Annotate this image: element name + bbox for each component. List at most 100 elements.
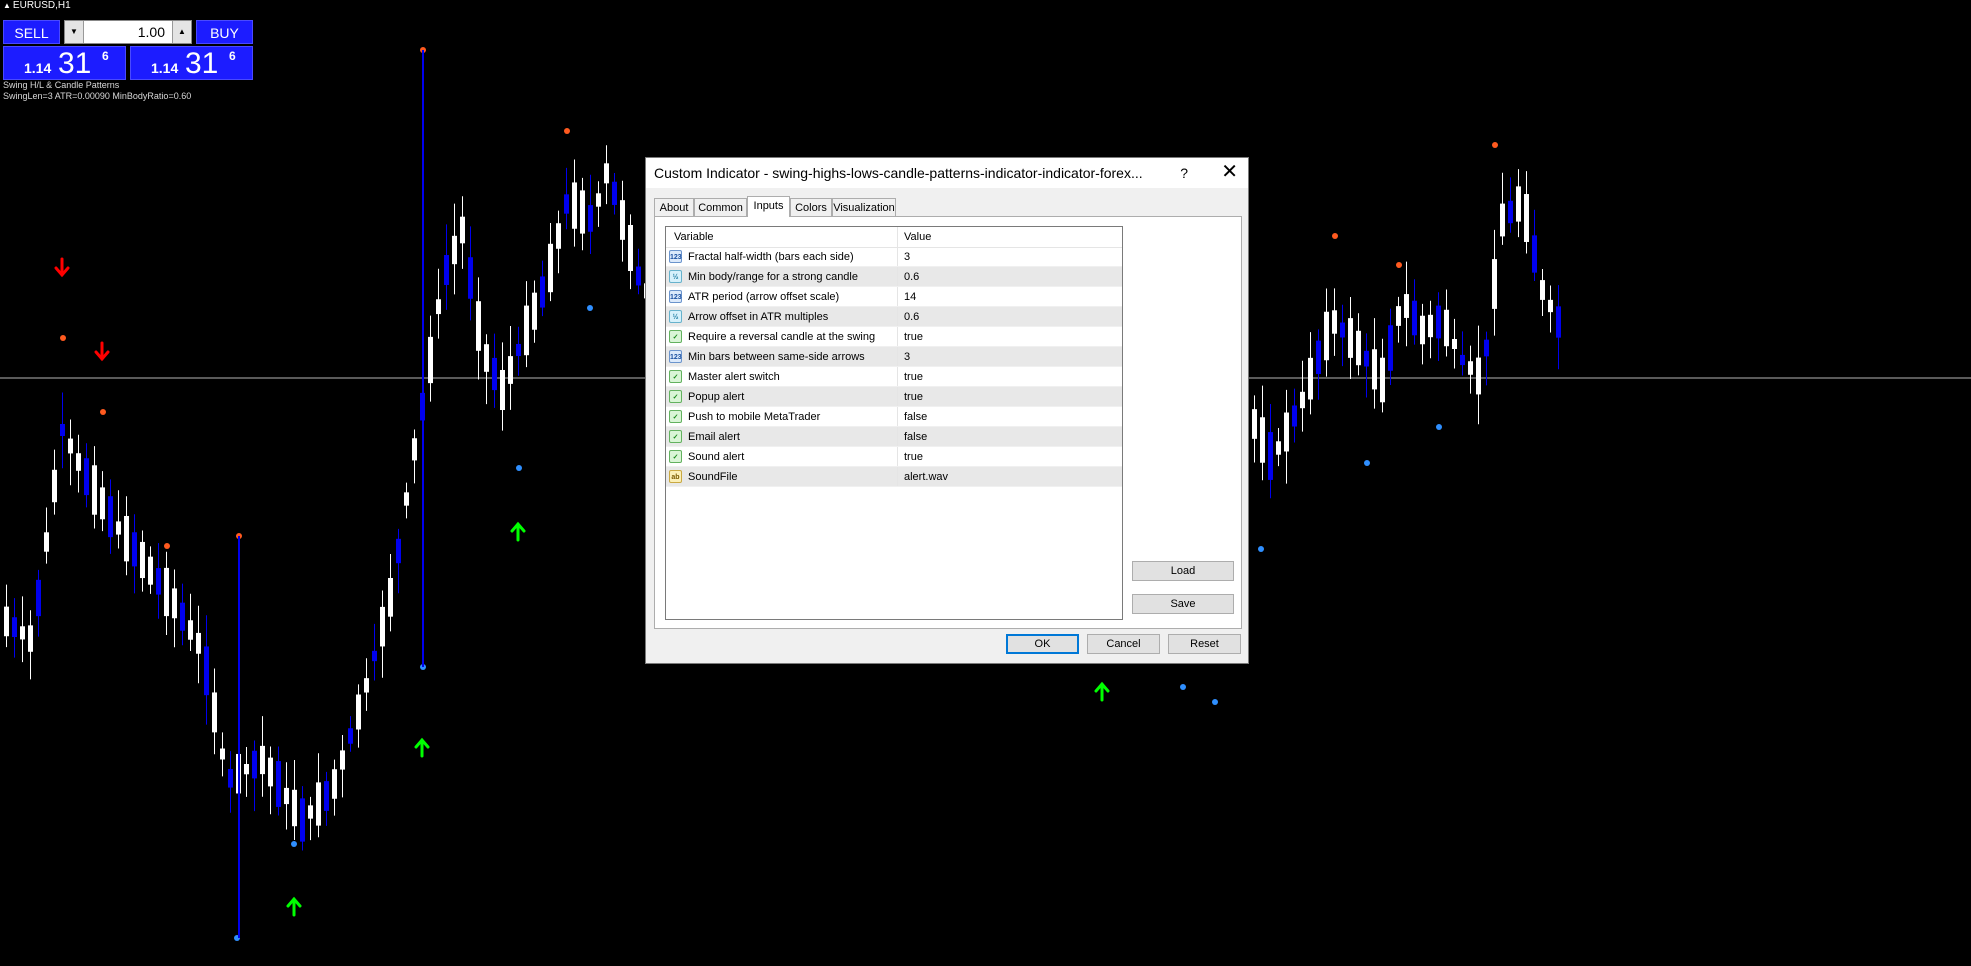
candle-body [1492,259,1497,309]
input-row[interactable]: ✓ Require a reversal candle at the swing t… [666,327,1122,347]
input-row[interactable]: ab SoundFile alert.wav [666,467,1122,487]
dialog-title-bar[interactable]: Custom Indicator - swing-highs-lows-cand… [646,158,1248,188]
cancel-button[interactable]: Cancel [1087,634,1160,654]
candle-body [396,538,401,564]
input-value[interactable]: 3 [897,247,910,266]
one-click-trading-panel: SELL ▼ 1.00 ▲ BUY 1.14 31 6 1.14 31 6 [3,20,253,81]
candle-body [476,301,481,351]
candle-body [1292,405,1297,427]
candle-body [444,255,449,285]
candle-body [1404,294,1409,318]
input-value[interactable]: false [897,427,927,446]
sell-price-pips: 31 [58,47,92,80]
candle-body [628,224,633,272]
input-row[interactable]: ✓ Email alert false [666,427,1122,447]
reset-button[interactable]: Reset [1168,634,1241,654]
candle-body [580,190,585,234]
swing-low-dot [1364,460,1370,466]
swing-high-dot [564,128,570,134]
swing-low-dot [1436,424,1442,430]
candle-body [372,650,377,662]
buy-price-box[interactable]: 1.14 31 6 [130,46,253,80]
candle-body [60,423,65,437]
input-value[interactable]: true [897,447,923,466]
input-value[interactable]: false [897,407,927,426]
candle-body [1252,409,1257,439]
input-row[interactable]: 123 ATR period (arrow offset scale) 14 [666,287,1122,307]
candle-body [1548,299,1553,313]
input-value[interactable]: true [897,387,923,406]
buy-button[interactable]: BUY [196,20,253,44]
inputs-tab-panel: Variable Value 123 Fractal half-width (ba… [654,216,1242,629]
candle-body [36,579,41,617]
input-value[interactable]: true [897,327,923,346]
candle-body [276,761,281,807]
tab-about[interactable]: About [654,198,694,216]
tab-colors[interactable]: Colors [790,198,832,216]
ok-button[interactable]: OK [1006,634,1079,654]
input-value[interactable]: 0.6 [897,267,919,286]
candle-body [468,257,473,299]
candle-body [108,496,113,538]
input-row[interactable]: 123 Min bars between same-side arrows 3 [666,347,1122,367]
swing-high-dot [100,409,106,415]
candle-body [92,465,97,515]
candle-body [308,805,313,819]
input-row[interactable]: ✓ Push to mobile MetaTrader false [666,407,1122,427]
lot-decrease-icon[interactable]: ▼ [65,21,84,43]
load-button[interactable]: Load [1132,561,1234,581]
input-value[interactable]: 3 [897,347,910,366]
candle-body [204,646,209,696]
candle-body [76,453,81,471]
candle-body [1316,340,1321,375]
tab-common[interactable]: Common [694,198,747,216]
candle-body [4,606,9,637]
candle-body [1284,412,1289,452]
sell-price-prefix: 1.14 [24,60,52,76]
input-row[interactable]: ✓ Popup alert true [666,387,1122,407]
save-button[interactable]: Save [1132,594,1234,614]
tab-inputs[interactable]: Inputs [747,196,790,217]
close-icon[interactable]: ✕ [1221,158,1238,186]
symbol-text: EURUSD,H1 [12,0,71,11]
input-row[interactable]: ½ Min body/range for a strong candle 0.6 [666,267,1122,287]
candle-body [636,266,641,286]
help-icon[interactable]: ? [1180,158,1188,188]
buy-price-prefix: 1.14 [151,60,179,76]
input-value[interactable]: true [897,367,923,386]
candle-body [172,588,177,619]
candle-body [52,469,57,503]
input-row[interactable]: ½ Arrow offset in ATR multiples 0.6 [666,307,1122,327]
swing-high-dot [1396,262,1402,268]
lot-size-input[interactable]: 1.00 [85,21,171,43]
candle-body [164,567,169,617]
candle-body [268,757,273,787]
candle-body [340,750,345,770]
candle-body [20,626,25,640]
input-value[interactable]: 0.6 [897,307,919,326]
input-value[interactable]: alert.wav [897,467,948,486]
tab-visualization[interactable]: Visualization [832,198,896,216]
input-value[interactable]: 14 [897,287,916,306]
candle-body [316,782,321,826]
candle-body [1324,311,1329,361]
input-row[interactable]: 123 Fractal half-width (bars each side) 3 [666,247,1122,267]
candle-body [484,344,489,372]
input-variable-name: Popup alert [688,391,745,403]
lot-increase-icon[interactable]: ▲ [172,21,191,43]
column-header-value[interactable]: Value [897,227,931,247]
candle-body [1300,391,1305,409]
column-header-variable[interactable]: Variable [674,227,714,247]
collapse-triangle-icon[interactable]: ▲ [3,1,11,10]
lot-size-stepper[interactable]: ▼ 1.00 ▲ [64,20,192,44]
buy-price-fraction: 6 [229,49,236,63]
sell-price-box[interactable]: 1.14 31 6 [3,46,126,80]
candle-body [28,625,33,652]
swing-low-dot [291,841,297,847]
input-row[interactable]: ✓ Master alert switch true [666,367,1122,387]
candle-body [412,438,417,461]
candle-body [1556,306,1561,338]
input-row[interactable]: ✓ Sound alert true [666,447,1122,467]
sell-button[interactable]: SELL [3,20,60,44]
swing-high-dot [60,335,66,341]
